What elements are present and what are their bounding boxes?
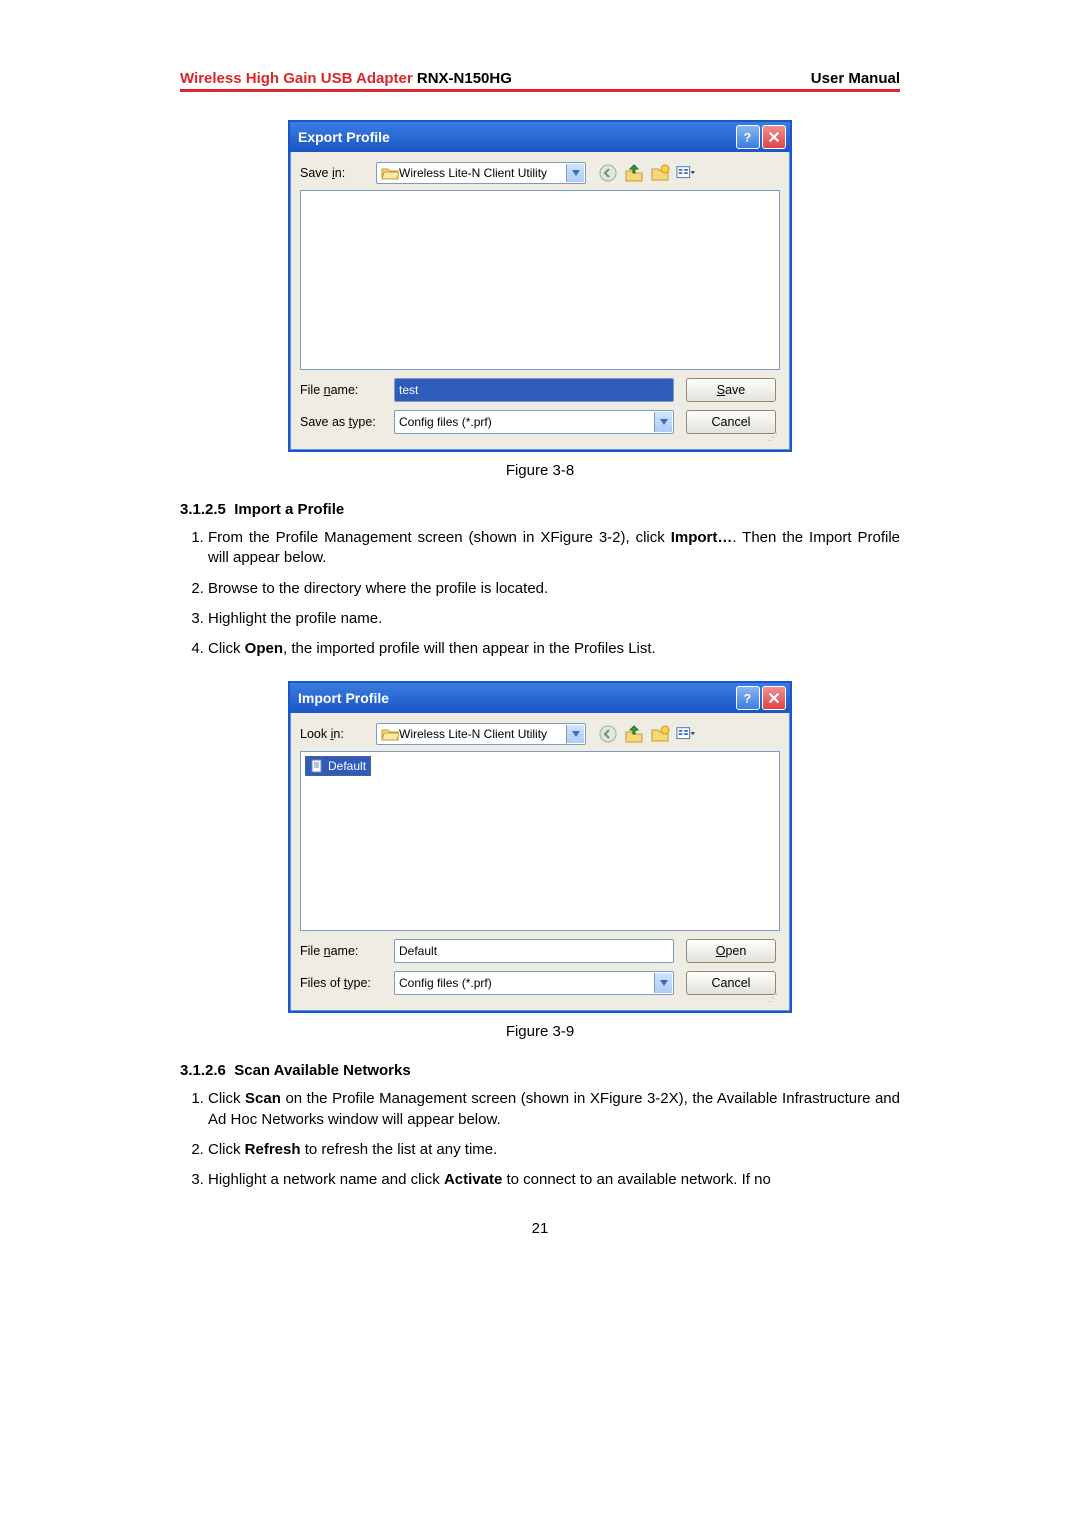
save-in-combo[interactable]: Wireless Lite-N Client Utility xyxy=(376,162,586,184)
export-profile-dialog: Export Profile ? Save in: Wireless Lite-… xyxy=(288,120,792,452)
save-in-label: Save in: xyxy=(300,166,368,180)
cancel-button[interactable]: Cancel xyxy=(686,971,776,995)
import-profile-dialog: Import Profile ? Look in: Wireless Lite-… xyxy=(288,681,792,1013)
close-button[interactable] xyxy=(762,125,786,149)
new-folder-icon[interactable] xyxy=(650,163,670,183)
help-button[interactable]: ? xyxy=(736,125,760,149)
back-icon[interactable] xyxy=(598,724,618,744)
steps-list-2: Click Scan on the Profile Management scr… xyxy=(180,1089,900,1190)
list-item: Click Refresh to refresh the list at any… xyxy=(208,1140,900,1160)
look-in-value: Wireless Lite-N Client Utility xyxy=(399,727,547,741)
save-in-value: Wireless Lite-N Client Utility xyxy=(399,166,547,180)
files-of-type-combo[interactable]: Config files (*.prf) xyxy=(394,971,674,995)
files-of-type-label: Files of type: xyxy=(300,976,382,990)
file-icon xyxy=(310,759,324,773)
header-left: Wireless High Gain USB Adapter RNX-N150H… xyxy=(180,70,512,87)
svg-text:?: ? xyxy=(744,692,751,706)
chevron-down-icon[interactable] xyxy=(654,412,672,432)
file-item-default[interactable]: Default xyxy=(305,756,371,776)
resize-grip-icon[interactable]: ⋰ xyxy=(300,434,780,442)
chevron-down-icon[interactable] xyxy=(654,973,672,993)
view-menu-icon[interactable] xyxy=(676,724,696,744)
look-in-combo[interactable]: Wireless Lite-N Client Utility xyxy=(376,723,586,745)
back-icon[interactable] xyxy=(598,163,618,183)
section-heading: 3.1.2.5 Import a Profile xyxy=(180,501,900,518)
manual-page: Wireless High Gain USB Adapter RNX-N150H… xyxy=(140,0,940,1297)
folder-open-icon xyxy=(381,166,399,180)
save-button[interactable]: Save xyxy=(686,378,776,402)
help-button[interactable]: ? xyxy=(736,686,760,710)
new-folder-icon[interactable] xyxy=(650,724,670,744)
figure-caption: Figure 3-9 xyxy=(180,1023,900,1040)
close-button[interactable] xyxy=(762,686,786,710)
list-item: Click Open, the imported profile will th… xyxy=(208,639,900,659)
dialog-title: Export Profile xyxy=(298,129,390,145)
save-as-type-label: Save as type: xyxy=(300,415,382,429)
header-right: User Manual xyxy=(811,70,900,87)
file-list-area[interactable]: Default xyxy=(300,751,780,931)
product-model: RNX-N150HG xyxy=(413,70,512,87)
filename-label: File name: xyxy=(300,383,382,397)
file-list-area[interactable] xyxy=(300,190,780,370)
figure-caption: Figure 3-8 xyxy=(180,462,900,479)
up-one-level-icon[interactable] xyxy=(624,724,644,744)
svg-text:?: ? xyxy=(744,130,751,144)
list-item: Highlight a network name and click Activ… xyxy=(208,1170,900,1190)
view-menu-icon[interactable] xyxy=(676,163,696,183)
list-item: Highlight the profile name. xyxy=(208,609,900,629)
product-name-red: Wireless High Gain USB Adapter xyxy=(180,70,413,87)
filename-input[interactable]: test xyxy=(394,378,674,402)
list-item: Browse to the directory where the profil… xyxy=(208,579,900,599)
dialog-title: Import Profile xyxy=(298,690,389,706)
open-button[interactable]: Open xyxy=(686,939,776,963)
nav-toolbar xyxy=(598,724,696,744)
up-one-level-icon[interactable] xyxy=(624,163,644,183)
titlebar: Import Profile ? xyxy=(290,683,790,713)
page-number: 21 xyxy=(180,1220,900,1237)
save-as-type-combo[interactable]: Config files (*.prf) xyxy=(394,410,674,434)
list-item: Click Scan on the Profile Management scr… xyxy=(208,1089,900,1130)
steps-list-1: From the Profile Management screen (show… xyxy=(180,528,900,659)
folder-open-icon xyxy=(381,727,399,741)
cancel-button[interactable]: Cancel xyxy=(686,410,776,434)
chevron-down-icon[interactable] xyxy=(566,725,584,743)
look-in-label: Look in: xyxy=(300,727,368,741)
resize-grip-icon[interactable]: ⋰ xyxy=(300,995,780,1003)
section-heading: 3.1.2.6 Scan Available Networks xyxy=(180,1062,900,1079)
filename-input[interactable]: Default xyxy=(394,939,674,963)
chevron-down-icon[interactable] xyxy=(566,164,584,182)
nav-toolbar xyxy=(598,163,696,183)
filename-label: File name: xyxy=(300,944,382,958)
titlebar: Export Profile ? xyxy=(290,122,790,152)
list-item: From the Profile Management screen (show… xyxy=(208,528,900,569)
page-header: Wireless High Gain USB Adapter RNX-N150H… xyxy=(180,70,900,92)
